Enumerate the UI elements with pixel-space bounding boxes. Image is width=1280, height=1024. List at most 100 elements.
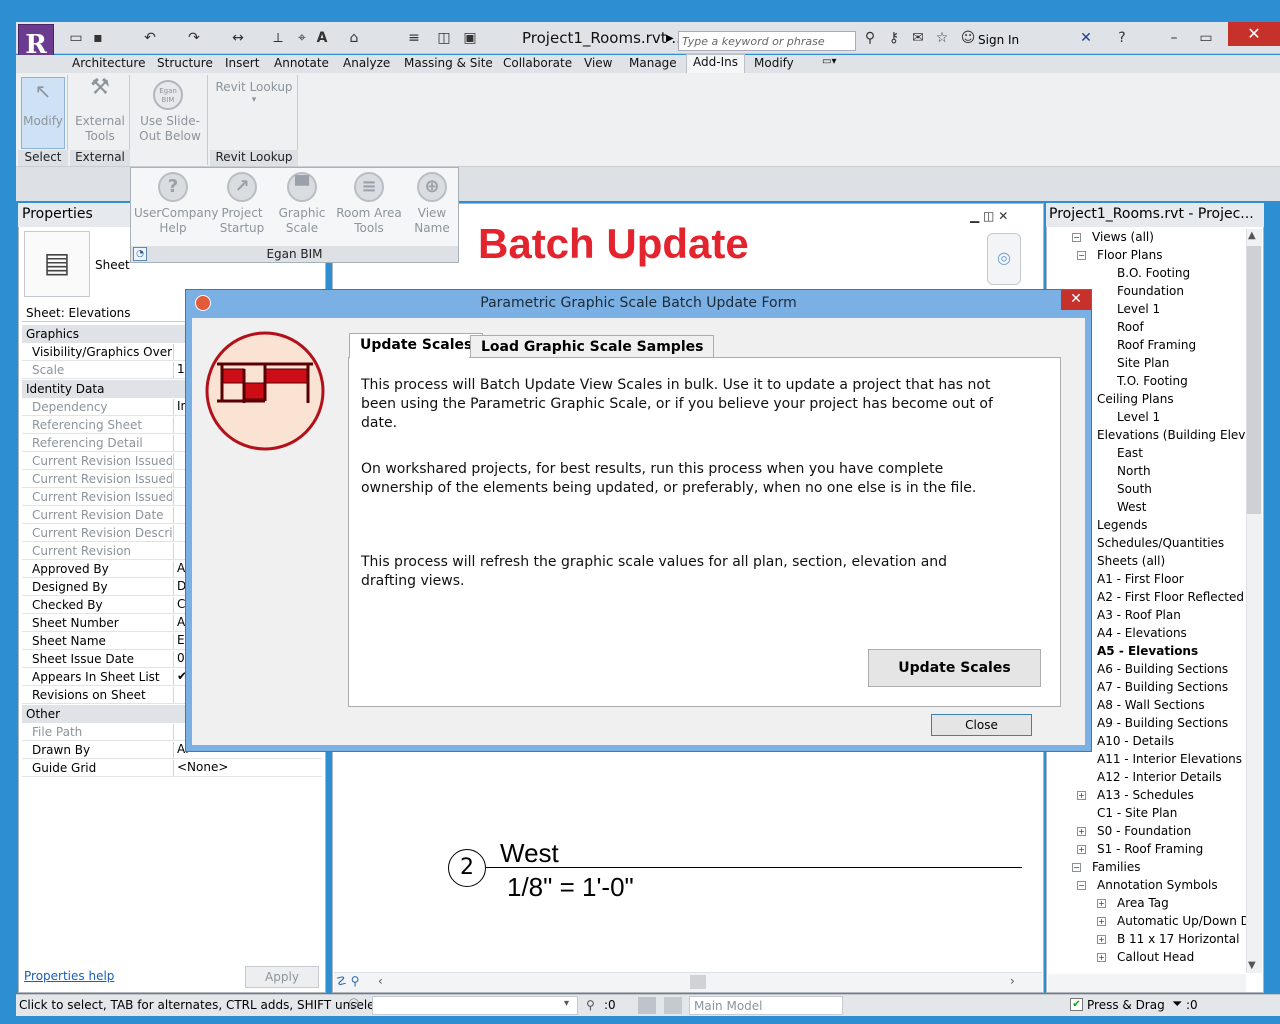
tab-manage[interactable]: Manage (629, 56, 677, 70)
exchange-icon[interactable]: ✕ (1076, 30, 1096, 46)
expand-icon[interactable]: + (1097, 953, 1106, 962)
browser-item[interactable]: Elevations (Building Elevatio (1097, 426, 1246, 444)
active-option-icon[interactable] (664, 997, 682, 1014)
tab-modify[interactable]: Modify (754, 56, 794, 70)
expand-title-icon[interactable]: ▶ (666, 33, 674, 44)
expand-icon[interactable]: + (1077, 791, 1086, 800)
tab-view[interactable]: View (584, 56, 612, 70)
filter-icon[interactable]: ⏷ (1172, 997, 1182, 1012)
browser-item[interactable]: A3 - Roof Plan (1097, 606, 1181, 624)
browser-item[interactable]: A12 - Interior Details (1097, 768, 1222, 786)
close-hidden-icon[interactable]: ◫ (434, 30, 454, 46)
browser-item[interactable]: South (1117, 480, 1152, 498)
browser-scroll-thumb[interactable] (1247, 246, 1261, 514)
view-window-controls[interactable]: ▁ ◫ ✕ (970, 209, 1008, 223)
type-selector-name[interactable]: Sheet (95, 258, 130, 272)
scroll-left-icon[interactable]: ‹ (378, 974, 383, 988)
tab-architecture[interactable]: Architecture (72, 56, 145, 70)
browser-item[interactable]: Ceiling Plans (1097, 390, 1174, 408)
workset-dropdown[interactable] (372, 996, 578, 1015)
expand-icon[interactable]: + (1077, 827, 1086, 836)
browser-item[interactable]: Roof Framing (1117, 336, 1196, 354)
press-drag-checkbox[interactable]: ✔ (1070, 998, 1083, 1011)
browser-item[interactable]: S1 - Roof Framing (1097, 840, 1203, 858)
editable-only-icon[interactable]: ⚲ (586, 998, 595, 1012)
canvas-scroll-thumb[interactable] (690, 975, 706, 989)
app-close-button[interactable]: ✕ (1228, 22, 1280, 46)
browser-item[interactable]: A13 - Schedules (1097, 786, 1194, 804)
browser-item[interactable]: Roof (1117, 318, 1144, 336)
favorites-icon[interactable]: ☆ (932, 30, 952, 46)
use-slide-out-label-2[interactable]: Out Below (134, 129, 206, 144)
browser-item[interactable]: Views (all) (1092, 228, 1154, 246)
expand-icon[interactable]: + (1077, 845, 1086, 854)
collapse-icon[interactable]: − (1077, 251, 1086, 260)
binoculars-icon[interactable]: ⚲ (860, 30, 880, 46)
tab-collaborate[interactable]: Collaborate (503, 56, 572, 70)
tab-load-graphic-scale-samples[interactable]: Load Graphic Scale Samples (470, 335, 715, 358)
tab-analyze[interactable]: Analyze (343, 56, 390, 70)
browser-horizontal-scrollbar[interactable] (1048, 974, 1246, 992)
update-scales-button[interactable]: Update Scales (868, 649, 1041, 687)
browser-item[interactable]: Schedules/Quantities (1097, 534, 1224, 552)
browser-item[interactable]: B.O. Footing (1117, 264, 1190, 282)
search-input[interactable]: Type a keyword or phrase (678, 31, 856, 51)
browser-item[interactable]: Area Tag (1117, 894, 1169, 912)
browser-item[interactable]: Callout Head (1117, 948, 1194, 966)
minimize-icon[interactable]: – (1164, 30, 1184, 46)
egan-tool-button[interactable]: ▀ Graphic Scale (272, 172, 332, 236)
tab-annotate[interactable]: Annotate (274, 56, 329, 70)
browser-item[interactable]: Automatic Up/Down Dir (1117, 912, 1246, 930)
browser-item[interactable]: Level 1 (1117, 300, 1160, 318)
open-icon[interactable]: ▭ (66, 30, 86, 46)
browser-item[interactable]: A2 - First Floor Reflected Cei (1097, 588, 1246, 606)
browser-item[interactable]: A8 - Wall Sections (1097, 696, 1205, 714)
browser-item[interactable]: A4 - Elevations (1097, 624, 1187, 642)
egan-tool-button[interactable]: ≡ Room Area Tools (334, 172, 404, 236)
property-value[interactable]: <None> (173, 760, 322, 776)
redo-icon[interactable]: ↷ (184, 30, 204, 46)
subscription-icon[interactable]: ⚷ (884, 30, 904, 46)
3d-view-icon[interactable]: ⌂ (344, 30, 364, 46)
expand-icon[interactable]: + (1097, 899, 1106, 908)
navigation-wheel-icon[interactable]: ◎ (987, 233, 1021, 285)
egan-tool-button[interactable]: ↗ Project Startup (212, 172, 272, 236)
tab-insert[interactable]: Insert (225, 56, 259, 70)
expand-icon[interactable]: + (1097, 935, 1106, 944)
browser-item[interactable]: North (1117, 462, 1151, 480)
browser-item[interactable]: Floor Plans (1097, 246, 1162, 264)
dialog-close-text-button[interactable]: Close (931, 714, 1032, 736)
worksets-icon[interactable]: ⚇ (348, 997, 360, 1012)
scroll-up-icon[interactable]: ▲ (1248, 230, 1256, 241)
thin-lines-icon[interactable]: ≡ (404, 30, 424, 46)
scroll-right-icon[interactable]: › (1010, 974, 1015, 988)
use-slide-out-label[interactable]: Use Slide- (134, 114, 206, 129)
browser-item[interactable]: A11 - Interior Elevations (1097, 750, 1242, 768)
browser-item[interactable]: Legends (1097, 516, 1147, 534)
tab-update-scales[interactable]: Update Scales (349, 333, 484, 359)
egan-tool-button[interactable]: ⊕ View Name (408, 172, 456, 236)
browser-item[interactable]: A9 - Building Sections (1097, 714, 1228, 732)
collapse-icon[interactable]: − (1072, 233, 1081, 242)
egan-tool-button[interactable]: ? UserCompany Help (134, 172, 218, 236)
design-option-dropdown[interactable]: Main Model (689, 996, 843, 1015)
communication-icon[interactable]: ✉ (908, 30, 928, 46)
text-icon[interactable]: A (312, 30, 332, 46)
browser-item[interactable]: East (1117, 444, 1143, 462)
browser-item[interactable]: A1 - First Floor (1097, 570, 1184, 588)
browser-item[interactable]: T.O. Footing (1117, 372, 1188, 390)
tag-icon[interactable]: ⌖ (292, 30, 312, 46)
browser-item[interactable]: Sheets (all) (1097, 552, 1165, 570)
workset-dropdown-arrow-icon[interactable]: ▾ (564, 998, 569, 1009)
view-control-icons[interactable]: ☡ ⚲ (336, 974, 359, 988)
browser-item[interactable]: B 11 x 17 Horizontal (1117, 930, 1239, 948)
browser-item[interactable]: C1 - Site Plan (1097, 804, 1177, 822)
sign-in-link[interactable]: Sign In (978, 33, 1019, 47)
help-icon[interactable]: ? (1112, 30, 1132, 46)
browser-item[interactable]: S0 - Foundation (1097, 822, 1191, 840)
properties-help-link[interactable]: Properties help (24, 969, 114, 983)
browser-item[interactable]: A6 - Building Sections (1097, 660, 1228, 678)
switch-windows-icon[interactable]: ▣ (460, 30, 480, 46)
browser-item[interactable]: A5 - Elevations (1097, 642, 1198, 660)
external-tools-label[interactable]: External (72, 114, 128, 129)
